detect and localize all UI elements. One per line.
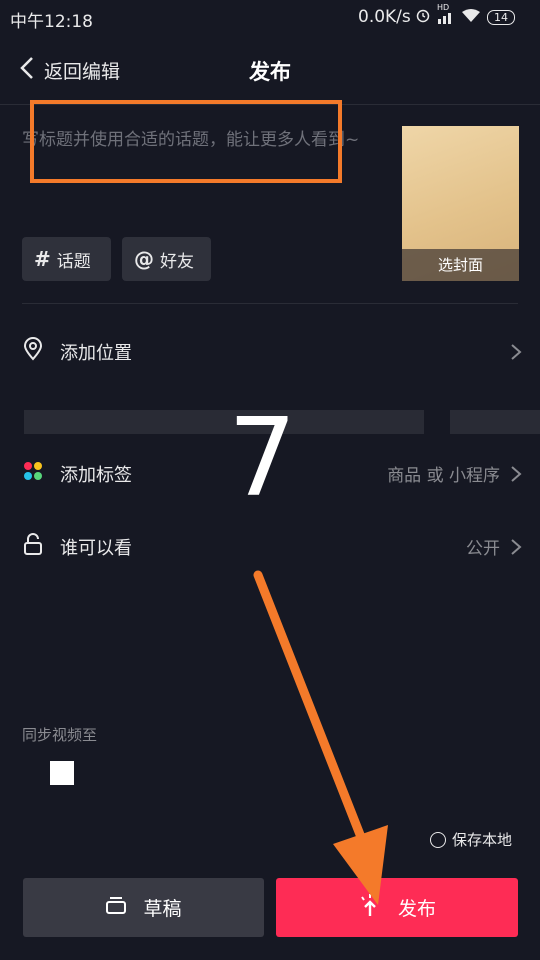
visibility-row[interactable]: 谁可以看 公开 [22, 532, 522, 561]
visibility-value-text: 公开 [466, 539, 500, 559]
visibility-value: 公开 [466, 534, 522, 559]
battery-icon: 14 [487, 10, 515, 25]
wifi-icon [461, 8, 481, 28]
tag-value-text: 商品 或 小程序 [387, 466, 500, 486]
location-pin-icon [22, 337, 44, 366]
radio-icon [430, 831, 446, 848]
location-suggestions-blurred-2 [450, 410, 540, 434]
at-icon: @ [134, 247, 154, 271]
sync-target-checkbox[interactable] [50, 761, 74, 785]
alarm-icon [415, 7, 431, 28]
add-tag-label: 添加标签 [60, 464, 132, 486]
sync-label: 同步视频至 [22, 726, 98, 744]
back-label: 返回编辑 [44, 61, 121, 83]
visibility-label: 谁可以看 [60, 537, 132, 559]
save-local-toggle[interactable]: 保存本地 [430, 829, 512, 850]
location-suggestions-blurred [24, 410, 424, 434]
publish-button[interactable]: 发布 [276, 878, 518, 937]
chevron-right-icon [511, 538, 522, 555]
annotation-highlight-box [30, 100, 342, 183]
select-cover-button[interactable]: 选封面 [402, 249, 519, 281]
status-bar: 中午12:18 0.0K/s HD 14 [0, 0, 540, 36]
hashtag-icon: # [34, 247, 51, 271]
network-speed: 0.0K/s [358, 7, 411, 27]
topic-button[interactable]: # 话题 [22, 237, 111, 281]
status-time: 中午12:18 [10, 12, 93, 32]
chips-divider [22, 303, 518, 304]
draft-icon [105, 895, 127, 920]
annotation-step-number: 7 [228, 396, 297, 521]
friend-label: 好友 [160, 251, 194, 272]
back-button[interactable]: 返回编辑 [20, 56, 120, 85]
topic-label: 话题 [56, 251, 91, 272]
add-location-row[interactable]: 添加位置 [22, 337, 522, 366]
draft-button[interactable]: 草稿 [23, 878, 264, 937]
chevron-right-icon [510, 343, 522, 361]
add-location-label: 添加位置 [60, 342, 132, 364]
lock-icon [22, 532, 44, 561]
save-local-label: 保存本地 [452, 831, 513, 849]
tag-value: 商品 或 小程序 [387, 461, 522, 486]
hd-label: HD [437, 3, 450, 12]
friend-button[interactable]: @ 好友 [122, 237, 211, 281]
publish-spark-icon [358, 892, 382, 923]
tag-dots-icon [22, 460, 44, 487]
chevron-right-icon [511, 465, 522, 482]
status-icons: HD 14 [415, 3, 515, 28]
draft-label: 草稿 [143, 898, 182, 920]
chevron-left-icon [20, 56, 34, 85]
signal-icon: HD [437, 3, 455, 26]
publish-label: 发布 [397, 898, 436, 920]
